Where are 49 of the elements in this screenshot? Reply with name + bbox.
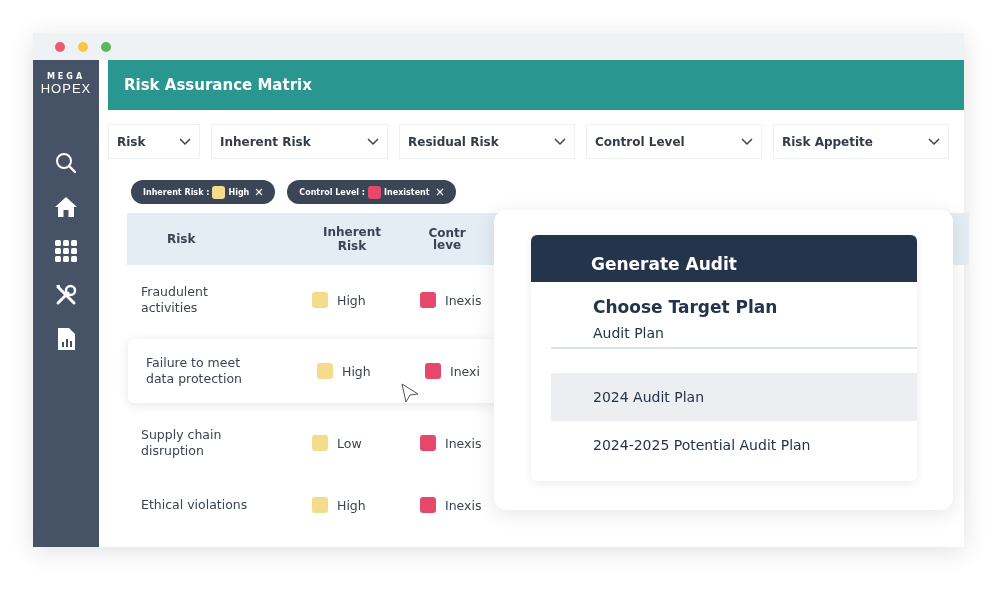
table-cell-text: Fraudulent activities — [140, 284, 209, 316]
filter-dropdown[interactable]: Control Level — [586, 124, 762, 159]
chevron-down-icon — [554, 137, 566, 146]
chevron-down-icon — [179, 137, 191, 146]
table-cell: Low — [337, 435, 362, 451]
column-header: Risk — [166, 232, 197, 246]
table-cell-text: Ethical violations — [140, 497, 249, 513]
chevron-down-icon — [367, 137, 379, 146]
select-field[interactable]: Audit Plan — [551, 323, 917, 349]
filter-dropdown[interactable]: Risk — [108, 124, 200, 159]
table-cell: Inexis — [445, 292, 482, 308]
report-icon[interactable] — [55, 327, 77, 351]
filter-dropdown[interactable]: Residual Risk — [399, 124, 575, 159]
chevron-down-icon — [928, 137, 940, 146]
page-title: Risk Assurance Matrix — [124, 76, 312, 94]
chip-label: Control Level : — [299, 187, 366, 197]
home-icon[interactable] — [54, 195, 78, 219]
chip-label: Inherent Risk : — [143, 187, 210, 197]
table-cell: High — [342, 363, 371, 379]
close-dot-icon[interactable] — [55, 41, 65, 52]
column-header: Contr leve — [427, 227, 467, 251]
filter-dropdown[interactable]: Inherent Risk — [211, 124, 388, 159]
chip-value: Inexistent — [384, 187, 430, 197]
table-cell: Inexis — [445, 435, 482, 451]
column-header: Inherent Risk — [322, 225, 382, 253]
logo-text: HOPEX — [40, 81, 92, 96]
filter-chip[interactable]: Inherent Risk : High — [131, 180, 276, 204]
apps-grid-icon[interactable] — [54, 239, 78, 263]
table-cell: High — [337, 292, 366, 308]
dialog-title: Generate Audit — [591, 254, 737, 274]
tools-icon[interactable] — [54, 283, 78, 307]
table-cell: Inexis — [445, 497, 482, 513]
table-cell: High — [337, 497, 366, 513]
filter-chip[interactable]: Control Level : Inexistent — [287, 180, 456, 204]
table-cell: Inexi — [450, 363, 480, 379]
close-icon[interactable] — [255, 188, 264, 196]
mouse-pointer-icon — [400, 382, 420, 404]
close-icon[interactable] — [435, 188, 444, 196]
table-cell-text: Failure to meet data protection — [145, 355, 243, 387]
minimize-dot-icon[interactable] — [78, 41, 88, 52]
dialog-heading: Choose Target Plan — [593, 297, 778, 317]
chevron-down-icon — [741, 137, 753, 146]
filter-dropdown[interactable]: Risk Appetite — [773, 124, 949, 159]
dropdown-option[interactable]: 2024 Audit Plan — [551, 373, 917, 421]
chip-value: High — [228, 187, 250, 197]
logo-text: MEGA — [46, 72, 86, 81]
maximize-dot-icon[interactable] — [101, 41, 111, 52]
table-cell-text: Supply chain disruption — [140, 427, 223, 459]
search-icon[interactable] — [54, 151, 78, 175]
